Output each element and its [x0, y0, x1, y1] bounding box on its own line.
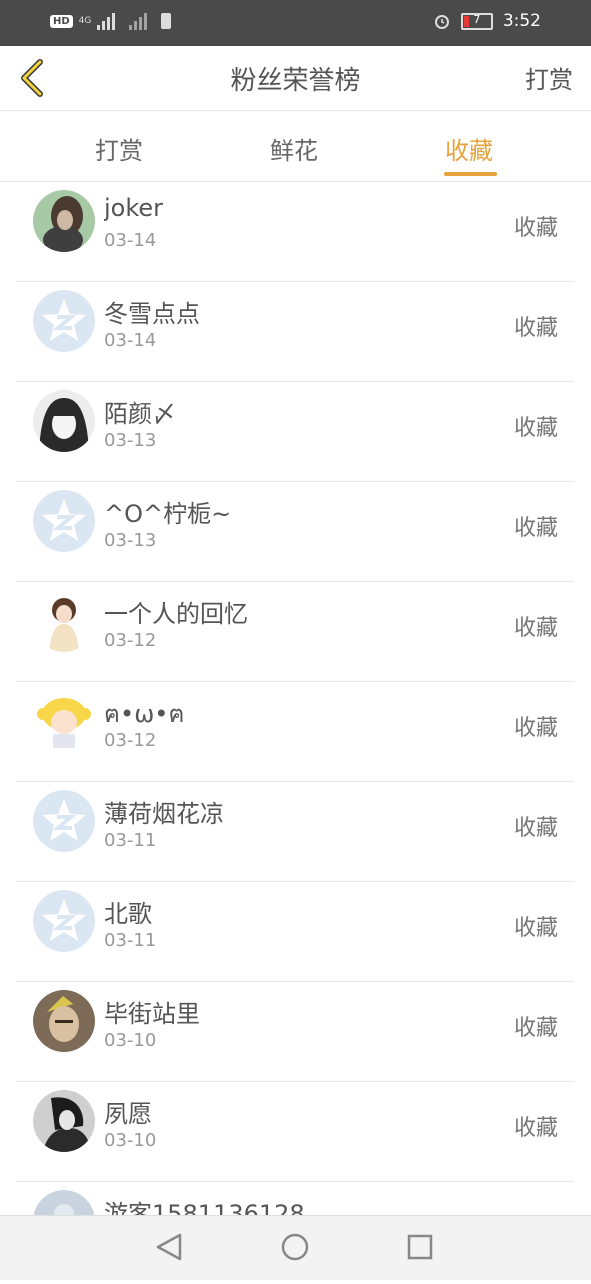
fan-date: 03-11 — [104, 830, 157, 851]
hd-badge: HD — [50, 14, 73, 28]
tab-bar: 打赏 鲜花 收藏 — [0, 111, 591, 182]
clock: 3:52 — [502, 11, 541, 31]
fan-date: 03-13 — [104, 530, 157, 551]
status-left: HD 4G — [50, 12, 172, 30]
avatar[interactable] — [33, 1090, 95, 1152]
signal-2-icon — [129, 12, 155, 30]
alarm-icon — [434, 15, 449, 29]
fan-name: 薄荷烟花凉 — [104, 800, 224, 828]
battery-icon: 7 — [460, 12, 493, 30]
signal-icon — [97, 12, 123, 30]
avatar[interactable] — [33, 790, 95, 852]
fan-date: 03-11 — [104, 930, 157, 951]
fan-date: 03-14 — [104, 230, 157, 251]
fan-action-label: 收藏 — [513, 616, 558, 641]
list-item[interactable]: 毕街站里 03-10 收藏 — [16, 982, 574, 1082]
list-item[interactable]: 陌颜〆 03-13 收藏 — [16, 382, 574, 482]
status-right: 7 3:52 — [433, 11, 541, 31]
back-triangle-icon[interactable] — [156, 1233, 182, 1261]
fan-date: 03-12 — [104, 730, 157, 751]
avatar[interactable] — [33, 590, 95, 652]
reward-button[interactable]: 打赏 — [525, 60, 573, 95]
fan-date: 03-10 — [104, 1030, 157, 1051]
tab-reward[interactable]: 打赏 — [95, 131, 143, 166]
battery-level: 7 — [473, 12, 481, 26]
sim-icon — [161, 13, 172, 29]
list-item[interactable]: 薄荷烟花凉 03-11 收藏 — [16, 782, 574, 882]
fan-action-label: 收藏 — [513, 316, 558, 341]
avatar[interactable] — [33, 990, 95, 1052]
list-item[interactable]: ^O^柠栀~ 03-13 收藏 — [16, 482, 574, 582]
avatar[interactable] — [33, 390, 95, 452]
tab-active-indicator — [444, 172, 497, 176]
tab-favorites[interactable]: 收藏 — [445, 131, 493, 166]
list-item[interactable]: 北歌 03-11 收藏 — [16, 882, 574, 982]
fan-name: 一个人的回忆 — [104, 600, 248, 628]
fan-date: 03-10 — [104, 1130, 157, 1151]
home-circle-icon[interactable] — [281, 1233, 309, 1261]
fan-name: 冬雪点点 — [104, 300, 200, 328]
avatar[interactable] — [33, 490, 95, 552]
avatar[interactable] — [33, 190, 95, 252]
fan-date: 03-13 — [104, 430, 157, 451]
fan-action-label: 收藏 — [513, 1016, 558, 1041]
fan-action-label: 收藏 — [513, 1116, 558, 1141]
list-item[interactable]: 游客1581136128...收藏 — [16, 1182, 574, 1216]
avatar[interactable] — [33, 1190, 95, 1216]
fan-name: ฅ•ω•ฅ — [104, 700, 185, 728]
page-title: 粉丝荣誉榜 — [230, 66, 361, 96]
fan-action-label: 收藏 — [513, 816, 558, 841]
fan-date: 03-12 — [104, 630, 157, 651]
fan-name: ^O^柠栀~ — [104, 500, 232, 528]
list-item[interactable]: joker 03-14 收藏 — [16, 182, 574, 282]
fan-action-label: 收藏 — [513, 416, 558, 441]
list-item[interactable]: 一个人的回忆 03-12 收藏 — [16, 582, 574, 682]
fan-action-label: 收藏 — [513, 516, 558, 541]
avatar[interactable] — [33, 290, 95, 352]
fan-name: joker — [104, 194, 164, 222]
fan-action-label: 收藏 — [513, 916, 558, 941]
status-bar: HD 4G 7 3:52 — [0, 0, 591, 46]
network-label: 4G — [78, 16, 92, 26]
avatar[interactable] — [33, 690, 95, 752]
avatar[interactable] — [33, 890, 95, 952]
fan-name: 夙愿 — [104, 1100, 152, 1128]
fan-name: 游客1581136128... — [104, 1200, 328, 1216]
fan-action-label: 收藏 — [513, 216, 558, 241]
fan-name: 陌颜〆 — [104, 400, 176, 428]
top-bar: 粉丝荣誉榜 打赏 — [0, 46, 591, 111]
fan-list[interactable]: joker 03-14 收藏 冬雪点点 03-14 收藏 陌颜〆 03-13 收藏 ^O^柠栀~ 0… — [0, 182, 591, 1216]
list-item[interactable]: 夙愿 03-10 收藏 — [16, 1082, 574, 1182]
fan-name: 北歌 — [104, 900, 152, 928]
system-nav-bar — [0, 1215, 591, 1280]
fan-name: 毕街站里 — [104, 1000, 200, 1028]
recents-square-icon[interactable] — [407, 1234, 433, 1260]
list-item[interactable]: ฅ•ω•ฅ 03-12 收藏 — [16, 682, 574, 782]
tab-flowers[interactable]: 鲜花 — [270, 131, 318, 166]
fan-action-label: 收藏 — [513, 716, 558, 741]
fan-date: 03-14 — [104, 330, 157, 351]
list-item[interactable]: 冬雪点点 03-14 收藏 — [16, 282, 574, 382]
